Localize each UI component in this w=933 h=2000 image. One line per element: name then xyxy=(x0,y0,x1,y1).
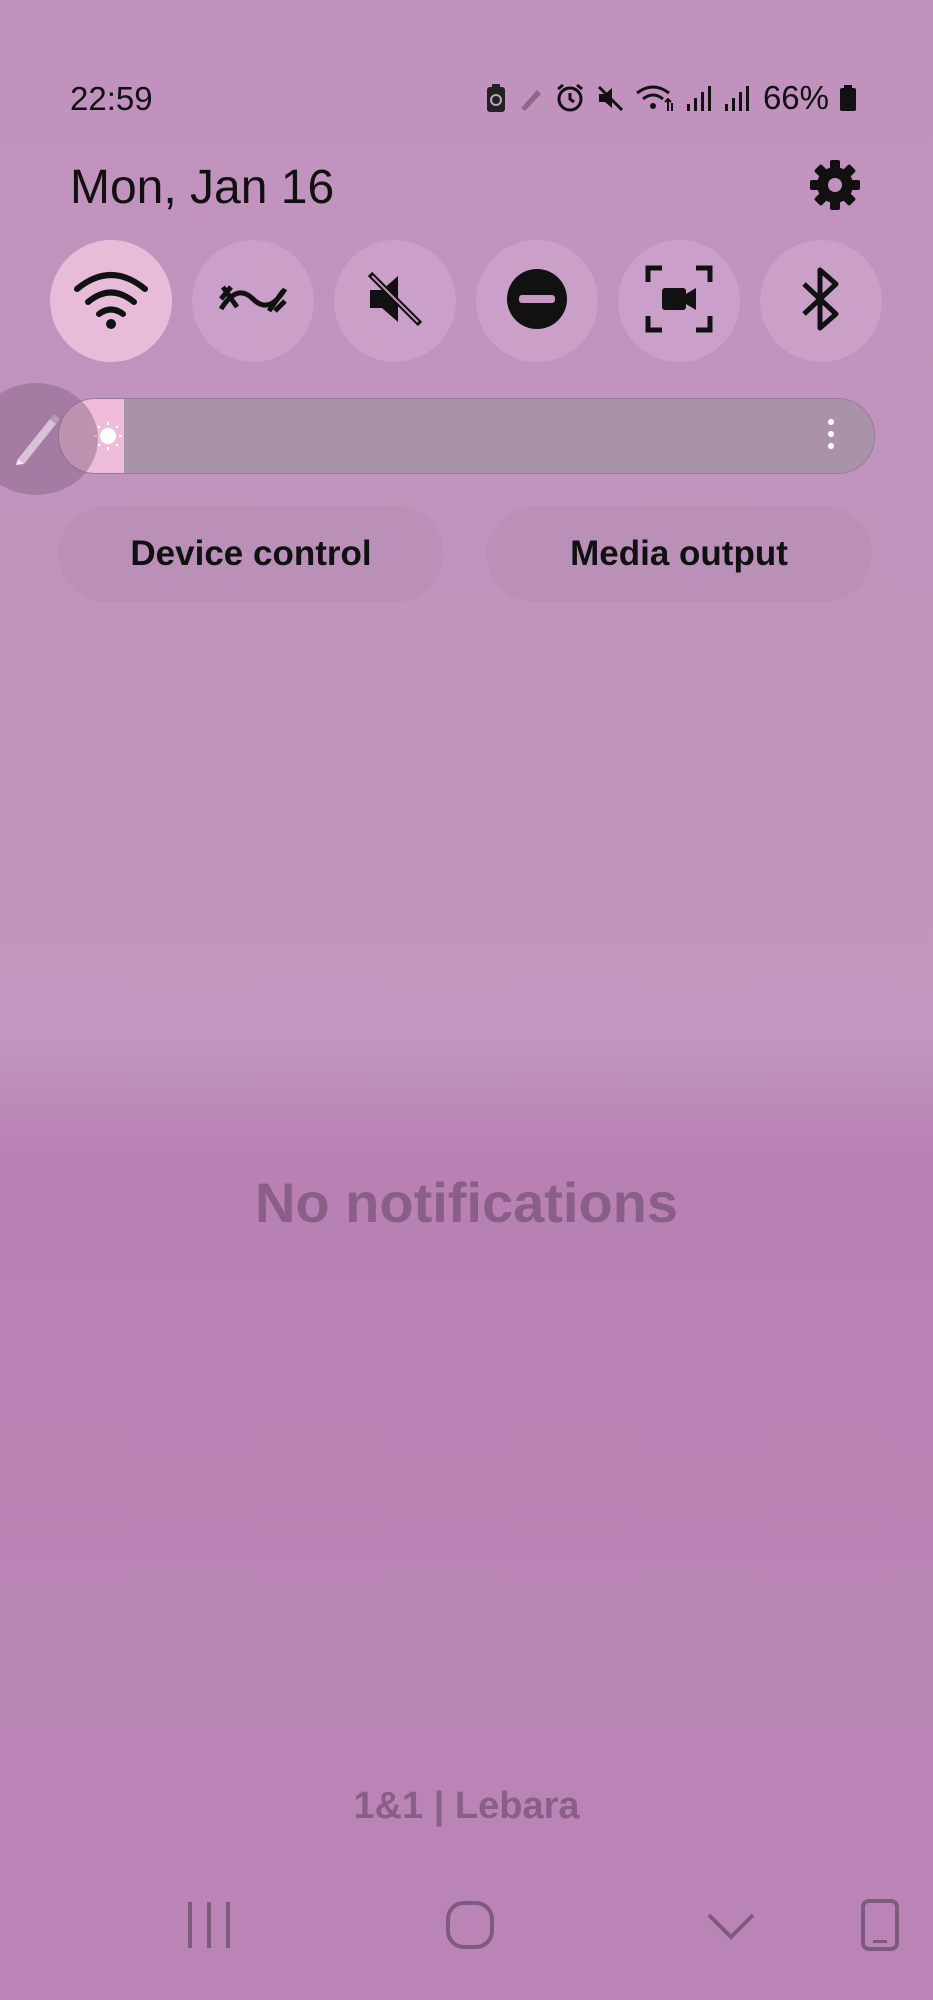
pen-icon xyxy=(517,84,545,112)
signal-icon xyxy=(723,84,751,112)
pen-icon xyxy=(6,407,66,472)
device-control-button[interactable]: Device control xyxy=(58,506,444,602)
status-time: 22:59 xyxy=(70,80,153,117)
mute-icon xyxy=(595,83,625,113)
bluetooth-tile[interactable] xyxy=(760,240,882,362)
bluetooth-icon xyxy=(796,264,846,339)
brightness-slider[interactable] xyxy=(58,398,875,474)
mobile-data-tile[interactable] xyxy=(192,240,314,362)
wifi-icon xyxy=(73,269,149,334)
gear-icon[interactable] xyxy=(808,158,862,212)
do-not-disturb-tile[interactable] xyxy=(476,240,598,362)
mobile-data-icon xyxy=(217,279,289,324)
status-icons: 66% xyxy=(485,78,857,118)
more-vertical-icon[interactable] xyxy=(826,419,836,453)
battery-icon xyxy=(839,84,857,112)
quick-settings-tiles xyxy=(50,240,882,362)
screen-recorder-tile[interactable] xyxy=(618,240,740,362)
do-not-disturb-icon xyxy=(505,267,569,336)
mute-icon xyxy=(364,268,426,335)
recent-apps-icon[interactable] xyxy=(186,1900,232,1955)
alarm-icon xyxy=(555,83,585,113)
battery-saver-icon xyxy=(485,83,507,113)
signal-icon xyxy=(685,84,713,112)
sound-tile[interactable] xyxy=(334,240,456,362)
keyboard-switch-icon[interactable] xyxy=(860,1898,900,1957)
no-notifications-label: No notifications xyxy=(254,1171,679,1234)
media-output-button[interactable]: Media output xyxy=(486,506,872,602)
screen-recorder-icon xyxy=(644,264,714,339)
date-label: Mon, Jan 16 xyxy=(70,161,335,214)
home-icon[interactable] xyxy=(445,1900,495,1955)
back-chevron-down-icon[interactable] xyxy=(706,1912,756,1947)
battery-percent: 66% xyxy=(762,79,829,116)
wifi-icon xyxy=(635,83,675,113)
carrier-label: 1&1 | Lebara xyxy=(353,1785,580,1827)
wifi-tile[interactable] xyxy=(50,240,172,362)
